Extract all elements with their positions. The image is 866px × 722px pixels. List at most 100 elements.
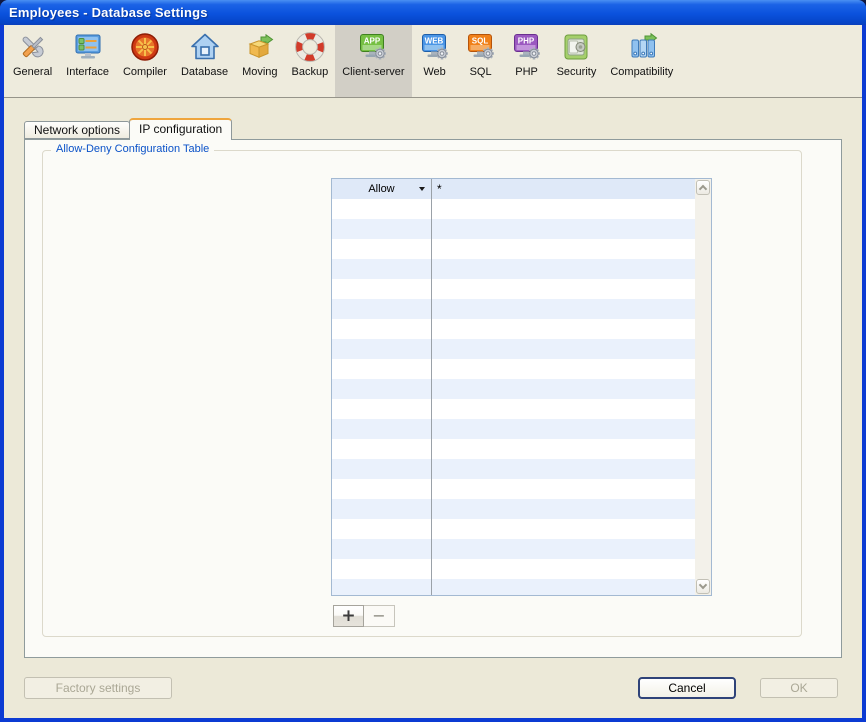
mode-cell (332, 399, 432, 419)
toolbar-item-compatibility[interactable]: Compatibility (603, 25, 680, 97)
table-row[interactable]: Allow* (332, 179, 695, 199)
toolbar-item-general[interactable]: General (6, 25, 59, 97)
toolbar-item-label: Client-server (342, 66, 404, 78)
table-row[interactable] (332, 299, 695, 319)
pattern-cell (432, 219, 695, 239)
table-row[interactable] (332, 279, 695, 299)
table-row[interactable] (332, 579, 695, 595)
safe-icon-graphic (560, 31, 592, 63)
cancel-button[interactable]: Cancel (638, 677, 736, 699)
safe-icon (560, 31, 592, 63)
factory-settings-button[interactable]: Factory settings (24, 677, 172, 699)
monitor-php-icon: PHP (511, 31, 543, 63)
pattern-cell (432, 559, 695, 579)
vertical-scrollbar[interactable] (695, 179, 711, 595)
monitor-app-icon: APP (357, 31, 389, 63)
toolbar: General Interface Compiler Database Movi… (4, 25, 862, 98)
monitor-list-icon-graphic (72, 31, 104, 63)
toolbar-item-moving[interactable]: Moving (235, 25, 284, 97)
table-row[interactable] (332, 439, 695, 459)
mode-cell (332, 219, 432, 239)
scroll-up-button[interactable] (696, 180, 710, 195)
table-row[interactable] (332, 479, 695, 499)
toolbar-item-label: Compatibility (610, 66, 673, 78)
table-row[interactable] (332, 559, 695, 579)
toolbar-item-security[interactable]: Security (550, 25, 604, 97)
table-row[interactable] (332, 379, 695, 399)
chevron-down-icon (699, 581, 707, 589)
toolbar-item-sql[interactable]: SQL SQL (458, 25, 504, 97)
mode-cell (332, 239, 432, 259)
monitor-web-icon: WEB (419, 31, 451, 63)
monitor-php-icon-graphic: PHP (511, 31, 543, 63)
toolbar-item-label: Compiler (123, 66, 167, 78)
pattern-cell[interactable]: * (432, 179, 695, 199)
pattern-cell (432, 379, 695, 399)
ok-button[interactable]: OK (760, 678, 838, 698)
tab-ip-configuration[interactable]: IP configuration (129, 118, 232, 140)
mode-cell[interactable]: Allow (332, 179, 432, 199)
mode-cell (332, 419, 432, 439)
table-row[interactable] (332, 519, 695, 539)
mode-cell (332, 459, 432, 479)
dialog-window: Employees - Database Settings General In… (0, 0, 866, 722)
toolbar-item-label: Interface (66, 66, 109, 78)
monitor-app-icon-graphic: APP (357, 31, 389, 63)
table-row[interactable] (332, 199, 695, 219)
binders-icon-graphic (626, 31, 658, 63)
toolbar-item-label: Database (181, 66, 228, 78)
allow-deny-table: Allow* (331, 178, 712, 596)
tab-label: IP configuration (139, 122, 222, 136)
table-row[interactable] (332, 259, 695, 279)
toolbar-item-backup[interactable]: Backup (285, 25, 336, 97)
table-row[interactable] (332, 219, 695, 239)
table-row[interactable] (332, 399, 695, 419)
mode-cell (332, 259, 432, 279)
mode-cell (332, 359, 432, 379)
mode-cell (332, 439, 432, 459)
dropdown-arrow-icon (419, 187, 425, 191)
table-row[interactable] (332, 459, 695, 479)
toolbar-item-client-server[interactable]: APP Client-server (335, 25, 411, 97)
toolbar-item-interface[interactable]: Interface (59, 25, 116, 97)
mode-cell (332, 379, 432, 399)
lifebuoy-icon (294, 31, 326, 63)
pattern-cell (432, 299, 695, 319)
table-row[interactable] (332, 319, 695, 339)
mode-cell (332, 279, 432, 299)
table-row[interactable] (332, 359, 695, 379)
svg-text:SQL: SQL (471, 37, 488, 46)
binders-icon (626, 31, 658, 63)
pattern-cell (432, 479, 695, 499)
mode-cell (332, 199, 432, 219)
mode-cell (332, 579, 432, 595)
pattern-cell (432, 419, 695, 439)
scroll-down-button[interactable] (696, 579, 710, 594)
pattern-cell (432, 239, 695, 259)
toolbar-item-web[interactable]: WEB Web (412, 25, 458, 97)
remove-row-button[interactable]: − (364, 605, 395, 627)
table-grid: Allow* (332, 179, 695, 595)
toolbar-item-label: Security (557, 66, 597, 78)
table-row[interactable] (332, 239, 695, 259)
pattern-cell (432, 259, 695, 279)
groupbox-title: Allow-Deny Configuration Table (51, 143, 214, 155)
pattern-cell (432, 499, 695, 519)
pattern-cell (432, 399, 695, 419)
toolbar-item-php[interactable]: PHP PHP (504, 25, 550, 97)
toolbar-item-label: Moving (242, 66, 277, 78)
toolbar-item-compiler[interactable]: Compiler (116, 25, 174, 97)
tools-icon-graphic (17, 31, 49, 63)
toolbar-item-label: Web (423, 66, 445, 78)
mode-cell (332, 559, 432, 579)
mode-cell (332, 499, 432, 519)
tab-network-options[interactable]: Network options (24, 121, 130, 139)
add-row-button[interactable]: + (333, 605, 364, 627)
table-row[interactable] (332, 339, 695, 359)
chevron-up-icon (699, 185, 707, 193)
table-row[interactable] (332, 539, 695, 559)
pattern-cell (432, 579, 695, 595)
toolbar-item-database[interactable]: Database (174, 25, 235, 97)
table-row[interactable] (332, 419, 695, 439)
table-row[interactable] (332, 499, 695, 519)
